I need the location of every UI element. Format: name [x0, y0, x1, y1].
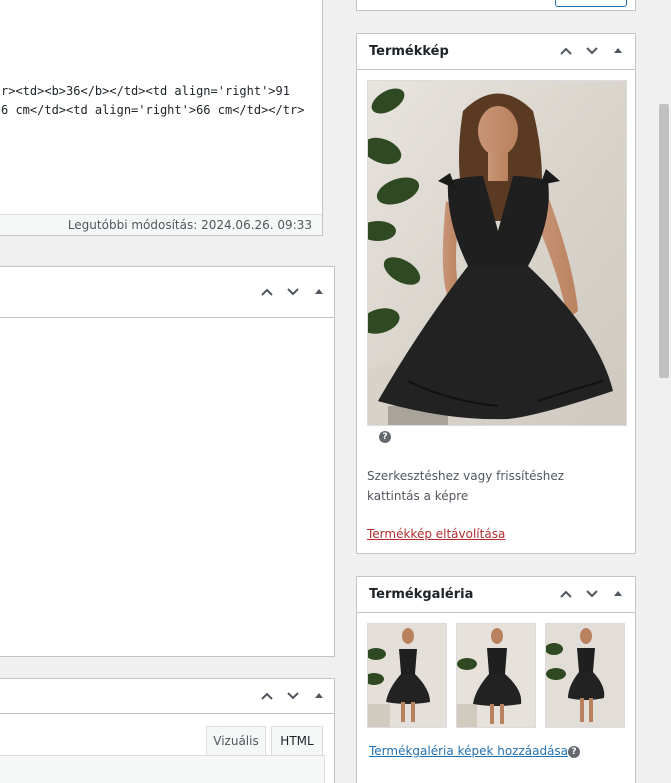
postbox-controls — [256, 281, 330, 303]
tab-html[interactable]: HTML — [271, 726, 323, 756]
triangle-up-icon[interactable] — [308, 281, 330, 303]
gallery-thumbnail[interactable] — [545, 623, 625, 728]
gallery-thumbnail[interactable] — [367, 623, 447, 728]
image-hint-text: Szerkesztéshez vagy frissítéshez kattint… — [367, 469, 565, 503]
editor-toolbar — [0, 755, 325, 783]
last-modified-text: Legutóbbi módosítás: 2024.06.26. 09:33 — [67, 218, 312, 232]
chevron-up-icon[interactable] — [555, 40, 577, 62]
postbox-title: Termékgaléria — [369, 587, 474, 602]
chevron-down-icon[interactable] — [581, 40, 603, 62]
chevron-up-icon[interactable] — [256, 281, 278, 303]
postbox-header: Termékkép — [357, 34, 635, 70]
content-editor-box: r><td><b>36</b></td><td align='right'>91… — [0, 0, 323, 236]
postbox-title: Termékkép — [369, 44, 449, 59]
code-line: 6 cm</td><td align='right'>66 cm</td></t… — [1, 103, 305, 117]
help-icon[interactable]: ? — [568, 746, 580, 758]
short-description-box — [0, 266, 335, 657]
editor-status-bar: Legutóbbi módosítás: 2024.06.26. 09:33 — [0, 214, 322, 235]
postbox-controls — [555, 40, 629, 62]
triangle-up-icon[interactable] — [308, 685, 330, 707]
postbox-header — [0, 679, 334, 714]
publish-box — [356, 0, 636, 11]
description-editor-box: Vizuális HTML — [0, 678, 335, 783]
triangle-up-icon[interactable] — [607, 40, 629, 62]
code-area[interactable]: r><td><b>36</b></td><td align='right'>91… — [0, 0, 322, 215]
tab-visual[interactable]: Vizuális — [206, 726, 266, 756]
triangle-up-icon[interactable] — [607, 583, 629, 605]
chevron-up-icon[interactable] — [555, 583, 577, 605]
chevron-down-icon[interactable] — [282, 281, 304, 303]
gallery-thumbnail[interactable] — [456, 623, 536, 728]
publish-button[interactable] — [555, 0, 627, 7]
postbox-controls — [555, 583, 629, 605]
product-gallery-box: Termékgaléria Termékgaléria képek hozzáa… — [356, 576, 636, 783]
chevron-up-icon[interactable] — [256, 685, 278, 707]
help-icon[interactable]: ? — [379, 431, 391, 443]
code-line: r><td><b>36</b></td><td align='right'>91 — [1, 84, 290, 98]
chevron-down-icon[interactable] — [282, 685, 304, 707]
postbox-header — [0, 267, 334, 318]
product-image[interactable] — [367, 80, 627, 426]
scrollbar-track[interactable] — [657, 0, 671, 783]
chevron-down-icon[interactable] — [581, 583, 603, 605]
scrollbar-thumb[interactable] — [659, 104, 669, 378]
postbox-controls — [256, 685, 330, 707]
product-image-box: Termékkép ? Szerkesztéshez vagy frissíté… — [356, 33, 636, 554]
remove-product-image-link[interactable]: Termékkép eltávolítása — [367, 527, 505, 541]
postbox-header: Termékgaléria — [357, 577, 635, 613]
add-gallery-images-link[interactable]: Termékgaléria képek hozzáadása — [369, 744, 568, 758]
